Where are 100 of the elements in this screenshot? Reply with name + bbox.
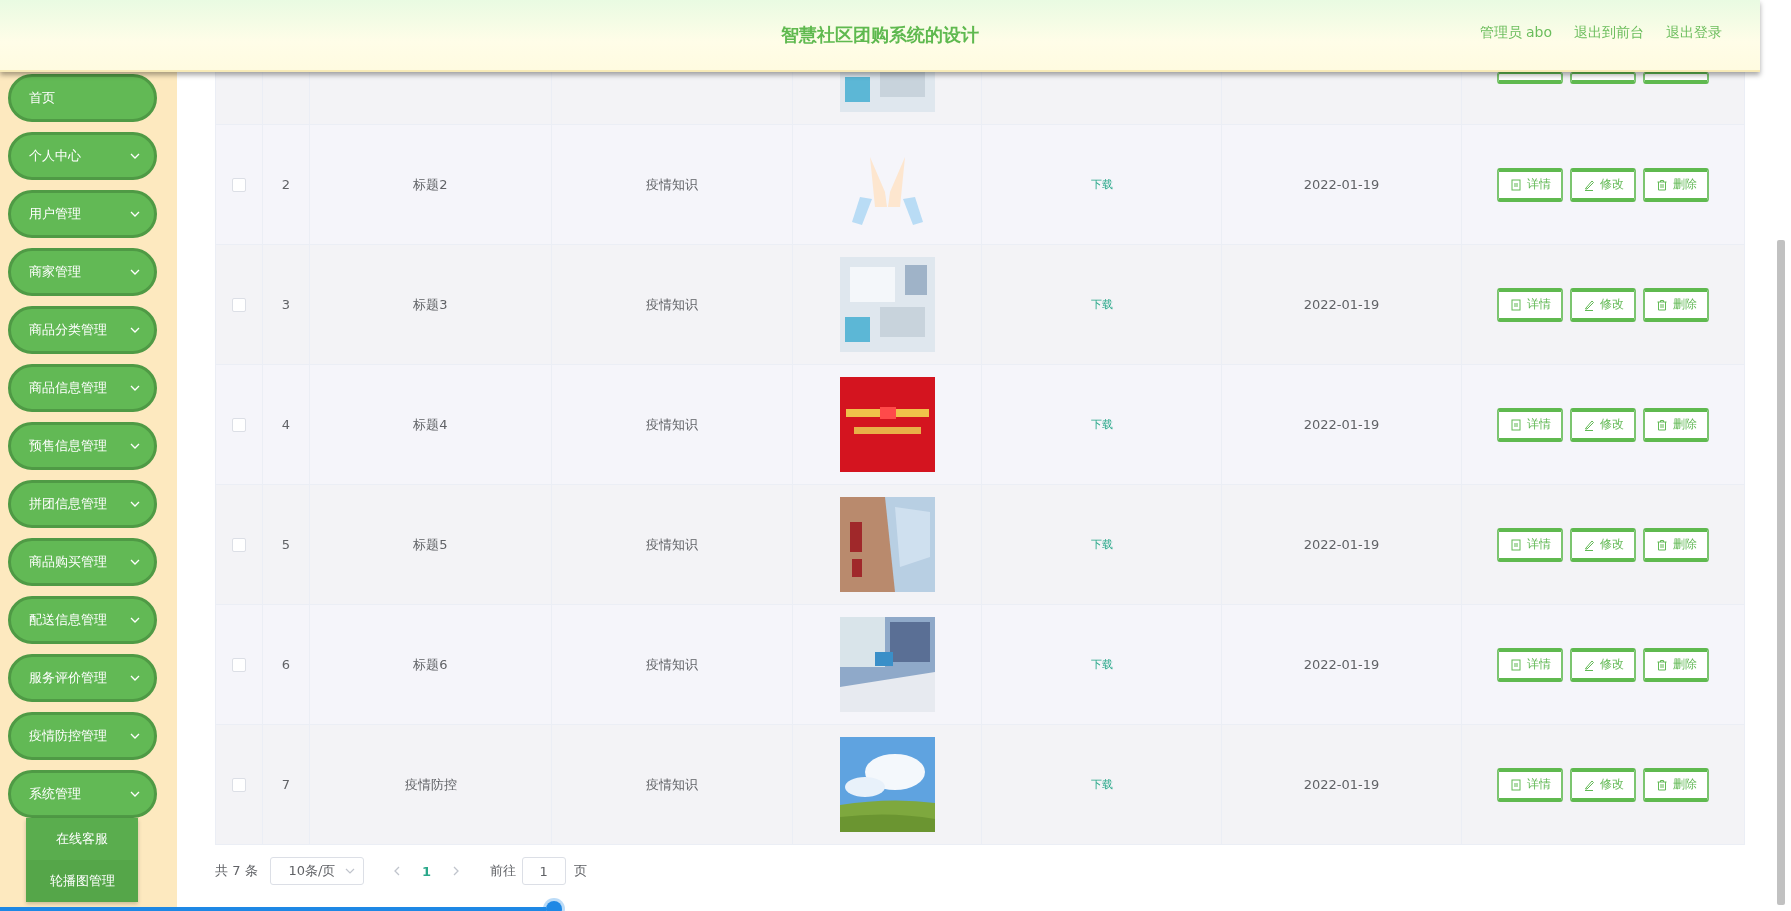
total-count: 共 7 条 xyxy=(215,862,258,880)
page-number[interactable]: 1 xyxy=(411,857,442,885)
delete-button[interactable]: 删除 xyxy=(1643,287,1709,322)
trash-icon xyxy=(1655,778,1668,791)
button-edge[interactable] xyxy=(1570,72,1636,84)
detail-button[interactable]: 详情 xyxy=(1497,407,1563,442)
chevron-down-icon xyxy=(130,385,140,391)
chevron-down-icon xyxy=(130,501,140,507)
date-cell: 2022-01-19 xyxy=(1303,297,1380,312)
page-suffix: 页 xyxy=(573,862,587,880)
download-link[interactable]: 下载 xyxy=(1090,777,1113,792)
date-cell: 2022-01-19 xyxy=(1303,777,1380,792)
chevron-down-icon xyxy=(130,153,140,159)
submenu-item[interactable]: 轮播图管理 xyxy=(26,860,138,902)
row-number: 7 xyxy=(281,777,291,792)
chevron-right-icon xyxy=(453,866,461,876)
chevron-down-icon xyxy=(130,617,140,623)
menu-item[interactable]: 配送信息管理 xyxy=(8,596,157,644)
trash-icon xyxy=(1655,658,1668,671)
download-link[interactable]: 下载 xyxy=(1090,417,1113,432)
pencil-icon xyxy=(1582,538,1595,551)
category-cell: 疫情知识 xyxy=(646,415,698,434)
date-cell: 2022-01-19 xyxy=(1303,417,1380,432)
download-link[interactable]: 下载 xyxy=(1090,177,1113,192)
row-checkbox[interactable] xyxy=(232,777,246,792)
submenu-item[interactable]: 在线客服 xyxy=(26,818,138,860)
header-link[interactable]: 退出到前台 xyxy=(1574,24,1644,42)
row-number: 5 xyxy=(281,537,291,552)
download-link[interactable]: 下载 xyxy=(1090,537,1113,552)
menu-item[interactable]: 商品购买管理 xyxy=(8,538,157,586)
edit-button[interactable]: 修改 xyxy=(1570,167,1636,202)
menu-item[interactable]: 个人中心 xyxy=(8,132,157,180)
app-title: 智慧社区团购系统的设计 xyxy=(781,23,979,47)
trash-icon xyxy=(1655,178,1668,191)
detail-button[interactable]: 详情 xyxy=(1497,527,1563,562)
category-cell: 疫情知识 xyxy=(646,295,698,314)
menu-item[interactable]: 商品分类管理 xyxy=(8,306,157,354)
menu-item[interactable]: 商品信息管理 xyxy=(8,364,157,412)
document-icon xyxy=(1509,778,1522,791)
title-cell: 标题4 xyxy=(413,415,448,434)
menu-item[interactable]: 预售信息管理 xyxy=(8,422,157,470)
date-cell: 2022-01-19 xyxy=(1303,177,1380,192)
button-edge[interactable] xyxy=(1497,72,1563,84)
row-checkbox[interactable] xyxy=(232,177,246,192)
category-cell: 疫情知识 xyxy=(646,775,698,794)
row-number: 4 xyxy=(281,417,291,432)
menu-item[interactable]: 拼团信息管理 xyxy=(8,480,157,528)
document-icon xyxy=(1509,538,1522,551)
detail-button[interactable]: 详情 xyxy=(1497,287,1563,322)
row-checkbox[interactable] xyxy=(232,297,246,312)
chevron-down-icon xyxy=(130,559,140,565)
title-cell: 标题5 xyxy=(413,535,448,554)
delete-button[interactable]: 删除 xyxy=(1643,647,1709,682)
delete-button[interactable]: 删除 xyxy=(1643,407,1709,442)
edit-button[interactable]: 修改 xyxy=(1570,527,1636,562)
page-input[interactable]: 1 xyxy=(521,857,566,885)
download-link[interactable]: 下载 xyxy=(1090,297,1113,312)
menu-item[interactable]: 首页 xyxy=(8,74,157,122)
header-link[interactable]: 管理员 abo xyxy=(1479,24,1552,42)
menu-item[interactable]: 商家管理 xyxy=(8,248,157,296)
trash-icon xyxy=(1655,538,1668,551)
title-cell: 标题2 xyxy=(413,175,448,194)
delete-button[interactable]: 删除 xyxy=(1643,167,1709,202)
edit-button[interactable]: 修改 xyxy=(1570,767,1636,802)
header-link[interactable]: 退出登录 xyxy=(1666,24,1722,42)
button-edge[interactable] xyxy=(1643,72,1709,84)
chevron-down-icon xyxy=(344,868,355,874)
menu-item[interactable]: 疫情防控管理 xyxy=(8,712,157,760)
document-icon xyxy=(1509,418,1522,431)
row-checkbox[interactable] xyxy=(232,657,246,672)
menu-item[interactable]: 用户管理 xyxy=(8,190,157,238)
row-number: 6 xyxy=(281,657,291,672)
menu-item[interactable]: 服务评价管理 xyxy=(8,654,157,702)
chevron-down-icon xyxy=(130,675,140,681)
detail-button[interactable]: 详情 xyxy=(1497,167,1563,202)
chevron-down-icon xyxy=(130,269,140,275)
detail-button[interactable]: 详情 xyxy=(1497,647,1563,682)
detail-button[interactable]: 详情 xyxy=(1497,767,1563,802)
page-size-select[interactable]: 10条/页 xyxy=(269,857,364,885)
delete-button[interactable]: 删除 xyxy=(1643,527,1709,562)
menu-item[interactable]: 系统管理 xyxy=(8,770,157,818)
row-checkbox[interactable] xyxy=(232,417,246,432)
row-checkbox[interactable] xyxy=(232,537,246,552)
chevron-down-icon xyxy=(130,211,140,217)
row-number: 3 xyxy=(281,297,291,312)
download-link[interactable]: 下载 xyxy=(1090,657,1113,672)
date-cell: 2022-01-19 xyxy=(1303,657,1380,672)
row-number: 2 xyxy=(281,177,291,192)
title-cell: 疫情防控 xyxy=(404,775,457,794)
edit-button[interactable]: 修改 xyxy=(1570,407,1636,442)
chevron-down-icon xyxy=(130,443,140,449)
pencil-icon xyxy=(1582,778,1595,791)
date-cell: 2022-01-19 xyxy=(1303,537,1380,552)
goto-label: 前往 xyxy=(489,862,516,880)
edit-button[interactable]: 修改 xyxy=(1570,647,1636,682)
delete-button[interactable]: 删除 xyxy=(1643,767,1709,802)
category-cell: 疫情知识 xyxy=(646,175,698,194)
edit-button[interactable]: 修改 xyxy=(1570,287,1636,322)
pencil-icon xyxy=(1582,298,1595,311)
pencil-icon xyxy=(1582,418,1595,431)
